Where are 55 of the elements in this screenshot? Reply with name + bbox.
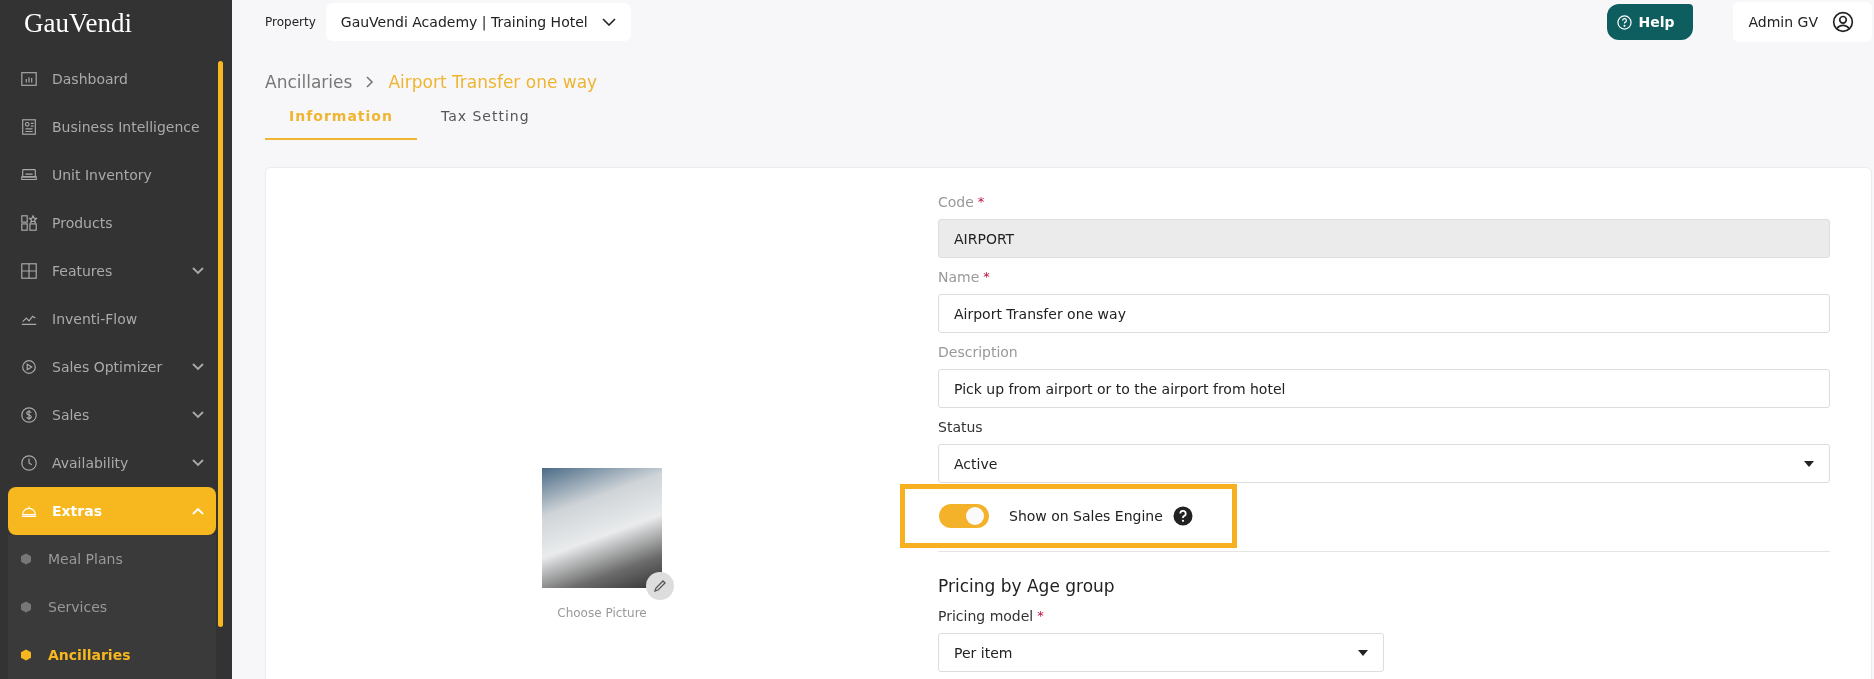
tab[interactable]: Tax Setting <box>416 98 554 140</box>
nav-item[interactable]: Features <box>8 247 216 295</box>
field-label: Code <box>938 194 974 210</box>
report-icon <box>20 118 38 136</box>
section-title: Pricing by Age group <box>938 576 1116 596</box>
dropdown-arrow-icon <box>1358 649 1368 656</box>
dropdown-arrow-icon <box>1804 460 1814 467</box>
toggle-switch[interactable] <box>939 504 989 528</box>
logo: GauVendi <box>23 7 133 40</box>
pencil-icon <box>653 579 667 593</box>
chart-icon <box>20 70 38 88</box>
required-mark: * <box>977 194 985 209</box>
submenu-item[interactable]: Services <box>8 583 216 631</box>
nav-item[interactable]: Sales <box>8 391 216 439</box>
select-field[interactable]: Active <box>938 444 1830 483</box>
chevron-icon <box>601 18 616 26</box>
edit-picture-button[interactable] <box>646 572 674 600</box>
clock-icon <box>20 454 38 472</box>
scrollbar[interactable] <box>218 61 223 627</box>
user-icon <box>1832 11 1854 33</box>
grid-star-icon <box>20 214 38 232</box>
field-label: Pricing model <box>938 608 1034 624</box>
property-select[interactable]: GauVendi Academy | Training Hotel <box>325 3 631 41</box>
user-menu[interactable]: Admin GV <box>1732 2 1872 42</box>
chevron-icon <box>366 76 375 88</box>
help-button[interactable]: Help <box>1607 4 1693 40</box>
select-field[interactable]: Per item <box>938 633 1384 672</box>
field-label: Name <box>938 269 980 285</box>
nav-item[interactable]: Unit Inventory <box>8 151 216 199</box>
help-icon <box>1617 14 1633 30</box>
toggle-label: Show on Sales Engine <box>1009 508 1163 524</box>
nav-item[interactable]: Inventi-Flow <box>8 295 216 343</box>
submenu-item[interactable]: Meal Plans <box>8 535 216 583</box>
help-icon[interactable] <box>1172 506 1193 526</box>
nav-item[interactable]: Availability <box>8 439 216 487</box>
dollar-icon <box>20 406 38 424</box>
field-label: Description <box>938 344 1018 360</box>
picture-caption: Choose Picture <box>557 606 647 620</box>
grid-icon <box>20 262 38 280</box>
input-field[interactable]: Airport Transfer one way <box>938 294 1830 333</box>
nav-item[interactable]: Business Intelligence <box>8 103 216 151</box>
hexagon-icon <box>20 553 32 565</box>
hexagon-icon <box>20 601 32 613</box>
hexagon-icon <box>20 649 32 661</box>
input-field[interactable]: Pick up from airport or to the airport from hotel <box>938 369 1830 408</box>
nav-item[interactable]: Dashboard <box>8 55 216 103</box>
required-mark: * <box>1037 608 1044 623</box>
field-label: Status <box>938 419 983 435</box>
submenu-item[interactable]: Ancillaries <box>8 631 216 679</box>
nav-item[interactable]: Sales Optimizer <box>8 343 216 391</box>
breadcrumb-current: Airport Transfer one way <box>388 72 598 92</box>
breadcrumb-link[interactable]: Ancillaries <box>265 72 353 92</box>
property-label: Property <box>265 15 316 29</box>
nav-item[interactable]: Products <box>8 199 216 247</box>
required-mark: * <box>983 269 990 284</box>
